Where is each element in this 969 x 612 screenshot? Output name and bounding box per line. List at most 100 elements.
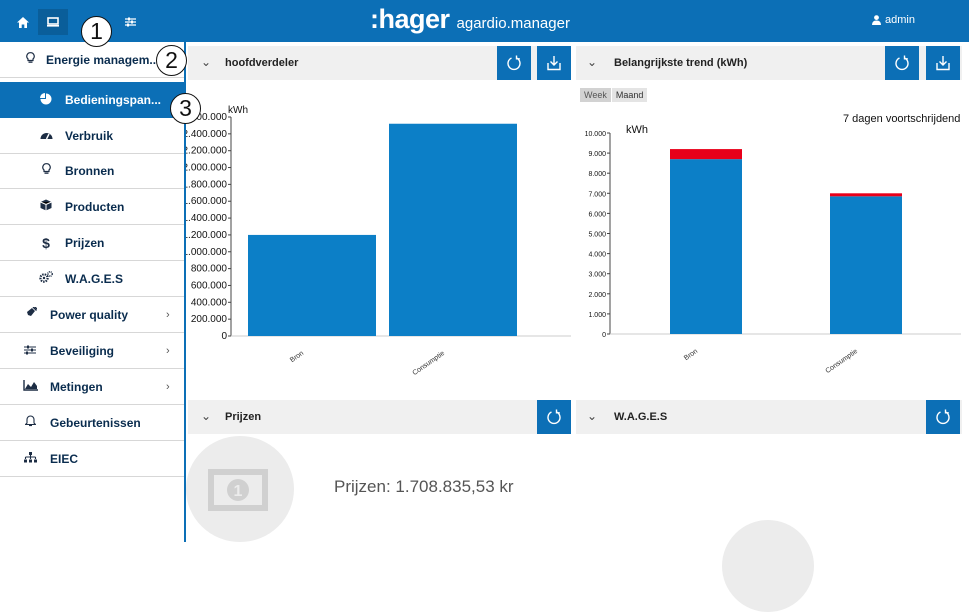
chevron-down-icon[interactable]: ⌄ (201, 55, 211, 69)
x-tick-label: Bron (289, 350, 305, 364)
sitemap-icon (22, 451, 38, 466)
chevron-right-icon: › (166, 308, 170, 321)
panel-header-wages: ⌄ W.A.G.E.S (576, 400, 962, 434)
brand-main: :hager (370, 4, 450, 34)
sidebar-item-label: Power quality (50, 307, 129, 322)
refresh-icon (936, 409, 950, 425)
tab-maand[interactable]: Maand (611, 88, 648, 102)
refresh-button[interactable] (926, 400, 960, 434)
sidebar-item-beveiliging[interactable]: Beveiliging › (0, 333, 184, 369)
gears-icon (38, 271, 54, 286)
user-icon (872, 15, 881, 25)
wages-icon-bg (722, 520, 814, 612)
sidebar-item-label: Bedieningspan... (65, 93, 162, 107)
y-tick-label: 2.200.000 (186, 146, 227, 157)
y-tick-label: 1.200.000 (186, 230, 227, 241)
chevron-right-icon: › (166, 344, 170, 357)
refresh-button[interactable] (537, 400, 571, 434)
y-tick-label: 200.000 (191, 314, 228, 325)
sidebar-item-bronnen[interactable]: Bronnen (0, 153, 184, 189)
y-tick-label: 3.000 (588, 272, 606, 279)
refresh-button[interactable] (885, 46, 919, 80)
panel-title: Prijzen (225, 411, 262, 423)
sidebar-item-prijzen[interactable]: $ Prijzen (0, 225, 184, 261)
y-tick-label: 1.400.000 (186, 213, 227, 224)
download-button[interactable] (926, 46, 960, 80)
sidebar-item-label: Prijzen (65, 235, 105, 250)
x-tick-label: Consumptie (825, 348, 860, 375)
refresh-icon (507, 55, 521, 71)
sidebar-item-eiec[interactable]: EIEC (0, 441, 184, 477)
sidebar-item-wages[interactable]: W.A.G.E.S (0, 261, 184, 297)
y-tick-label: 2.400.000 (186, 129, 227, 140)
x-tick-label: Bron (683, 348, 699, 362)
monitor-icon[interactable] (38, 9, 68, 35)
bar-bron (248, 234, 376, 336)
bar-bron-s0 (670, 159, 742, 334)
y-tick-label: 800.000 (191, 264, 228, 275)
bar-consumptie-s1 (830, 193, 902, 197)
y-tick-label: 2.000 (588, 292, 606, 299)
chart-trend: kWh 0 1.000 2.000 3.000 4.000 5.000 6.000 7.000 8… (585, 124, 961, 375)
sidebar-item-label: Beveiliging (50, 343, 115, 358)
svg-text:1: 1 (234, 483, 243, 500)
sidebar-item-power-quality[interactable]: Power quality › (0, 297, 184, 333)
y-tick-label: 400.000 (191, 297, 228, 308)
y-tick-label: 10.000 (585, 131, 607, 138)
download-icon (936, 56, 950, 71)
panel-title: W.A.G.E.S (614, 411, 668, 423)
sliders-icon[interactable] (118, 9, 142, 35)
y-tick-label: 0 (602, 332, 606, 339)
y-tick-label: 6.000 (588, 211, 606, 218)
chevron-down-icon[interactable]: ⌄ (201, 409, 211, 423)
y-tick-label: 5.000 (588, 232, 606, 239)
sidebar-item-label: Verbruik (65, 128, 114, 143)
sidebar-item-label: Metingen (50, 379, 103, 394)
prijzen-total: Prijzen: 1.708.835,53 kr (334, 477, 514, 496)
sidebar-item-verbruik[interactable]: Verbruik (0, 118, 184, 154)
download-button[interactable] (537, 46, 571, 80)
brand-logo: :hager agardio.manager (370, 4, 570, 35)
brand-sub: agardio.manager (456, 15, 570, 32)
y-tick-label: 8.000 (588, 171, 606, 178)
x-tick-label: Consumptie (412, 350, 447, 377)
home-icon[interactable] (8, 9, 38, 35)
refresh-icon (547, 409, 561, 425)
y-tick-label: 7.000 (588, 191, 606, 198)
user-menu[interactable]: admin (872, 14, 915, 26)
sidebar-item-producten[interactable]: Producten (0, 189, 184, 225)
period-tabs: Week Maand (580, 88, 648, 102)
bar-bron-s1 (670, 149, 742, 160)
y-tick-label: 1.000.000 (186, 247, 227, 258)
sidebar-item-metingen[interactable]: Metingen › (0, 369, 184, 405)
tab-week[interactable]: Week (580, 88, 611, 102)
sidebar-item-label: Energie managem... (46, 52, 160, 67)
chevron-down-icon[interactable]: ⌄ (587, 409, 597, 423)
sliders-icon (22, 344, 38, 358)
y-tick-label: 9.000 (588, 151, 606, 158)
sidebar-item-label: Bronnen (65, 163, 115, 178)
user-name: admin (885, 14, 915, 26)
panel-header-prijzen: ⌄ Prijzen (188, 400, 571, 434)
bar-consumptie (389, 123, 517, 336)
chevron-right-icon: › (166, 380, 170, 393)
lightbulb-icon (22, 52, 38, 67)
panel-header-hoofdverdeler: ⌄ hoofdverdeler (188, 46, 571, 80)
top-bar: :hager agardio.manager admin (0, 0, 969, 42)
sidebar-item-label: EIEC (50, 451, 79, 466)
y-tick-label: 1.000 (588, 312, 606, 319)
y-tick-label: 1.800.000 (186, 179, 227, 190)
callout-3: 3 (170, 93, 201, 124)
bar-consumptie-s0 (830, 196, 902, 334)
box-icon (38, 199, 54, 214)
panel-header-trend: ⌄ Belangrijkste trend (kWh) (576, 46, 962, 80)
chevron-down-icon[interactable]: ⌄ (587, 55, 597, 69)
y-tick-label: 4.000 (588, 252, 606, 259)
callout-1: 1 (81, 16, 112, 47)
sidebar-item-bedieningspaneel[interactable]: Bedieningspan... (0, 82, 184, 118)
y-axis-label: kWh (228, 105, 248, 116)
plug-icon (22, 306, 38, 322)
sidebar-item-gebeurtenissen[interactable]: Gebeurtenissen (0, 405, 184, 441)
y-axis-label: kWh (626, 124, 648, 136)
refresh-button[interactable] (497, 46, 531, 80)
